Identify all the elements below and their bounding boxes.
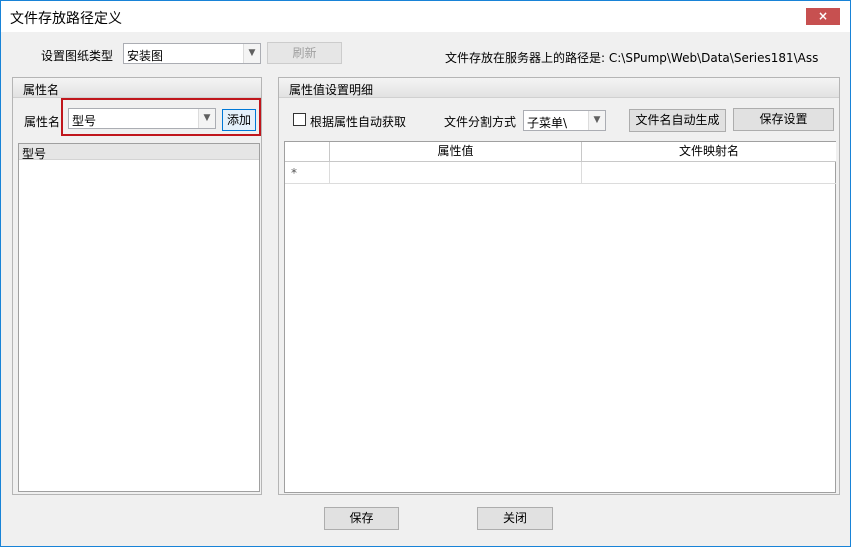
refresh-button[interactable]: 刷新 xyxy=(267,42,342,64)
grid-new-row-mapping-cell[interactable] xyxy=(582,162,836,184)
close-button[interactable]: 关闭 xyxy=(477,507,553,530)
split-mode-label: 文件分割方式 xyxy=(444,115,517,129)
list-item-label: 型号 xyxy=(22,147,47,161)
dialog-window: 文件存放路径定义 × 设置图纸类型 安装图 ▼ 刷新 文件存放在服务器上的路径是… xyxy=(0,0,851,547)
auto-filename-button-label: 文件名自动生成 xyxy=(635,113,720,127)
chevron-down-icon: ▼ xyxy=(588,111,605,130)
split-mode-select[interactable]: 子菜单\ ▼ xyxy=(523,110,606,131)
grid-row-header-corner xyxy=(285,142,330,162)
grid-new-row-header[interactable]: * xyxy=(285,162,330,184)
attr-name-label: 属性名 xyxy=(24,115,61,129)
close-icon: × xyxy=(817,9,829,23)
drawing-type-value: 安装图 xyxy=(127,49,164,63)
grid-new-row-value-cell[interactable] xyxy=(330,162,582,184)
attribute-name-group-title: 属性名 xyxy=(23,83,60,97)
attribute-name-group: 属性名 属性名 型号 ▼ 添加 型号 xyxy=(12,77,262,495)
auto-get-checkbox[interactable] xyxy=(293,113,306,126)
server-path-text: 文件存放在服务器上的路径是: C:\SPump\Web\Data\Series1… xyxy=(445,51,819,65)
chevron-down-icon: ▼ xyxy=(243,44,260,63)
attribute-name-group-header: 属性名 xyxy=(13,78,261,98)
grid-column-header-mapping[interactable]: 文件映射名 xyxy=(582,142,836,162)
refresh-button-label: 刷新 xyxy=(292,46,317,60)
highlight-box xyxy=(61,98,261,136)
split-mode-value: 子菜单\ xyxy=(527,116,568,130)
attribute-detail-group: 属性值设置明细 根据属性自动获取 文件分割方式 子菜单\ ▼ 文件名自动生成 保… xyxy=(278,77,840,495)
title-bar: 文件存放路径定义 × xyxy=(1,1,850,32)
window-title: 文件存放路径定义 xyxy=(10,11,122,27)
auto-get-label: 根据属性自动获取 xyxy=(310,115,407,129)
drawing-type-label: 设置图纸类型 xyxy=(41,49,114,63)
attribute-grid[interactable]: 属性值 文件映射名 * xyxy=(284,141,836,493)
close-window-button[interactable]: × xyxy=(806,8,840,25)
close-button-label: 关闭 xyxy=(502,511,527,525)
new-row-marker: * xyxy=(291,166,297,180)
auto-filename-button[interactable]: 文件名自动生成 xyxy=(629,109,726,132)
save-settings-button[interactable]: 保存设置 xyxy=(733,108,834,131)
save-button[interactable]: 保存 xyxy=(324,507,399,530)
attribute-detail-group-header: 属性值设置明细 xyxy=(279,78,839,98)
save-settings-button-label: 保存设置 xyxy=(759,112,808,126)
save-button-label: 保存 xyxy=(349,511,374,525)
drawing-type-select[interactable]: 安装图 ▼ xyxy=(123,43,261,64)
attribute-list[interactable]: 型号 xyxy=(18,143,260,492)
attribute-detail-group-title: 属性值设置明细 xyxy=(289,83,374,97)
grid-column-header-value[interactable]: 属性值 xyxy=(330,142,582,162)
grid-column-header-mapping-label: 文件映射名 xyxy=(678,144,739,158)
grid-column-header-value-label: 属性值 xyxy=(437,144,474,158)
list-item[interactable]: 型号 xyxy=(19,144,259,161)
